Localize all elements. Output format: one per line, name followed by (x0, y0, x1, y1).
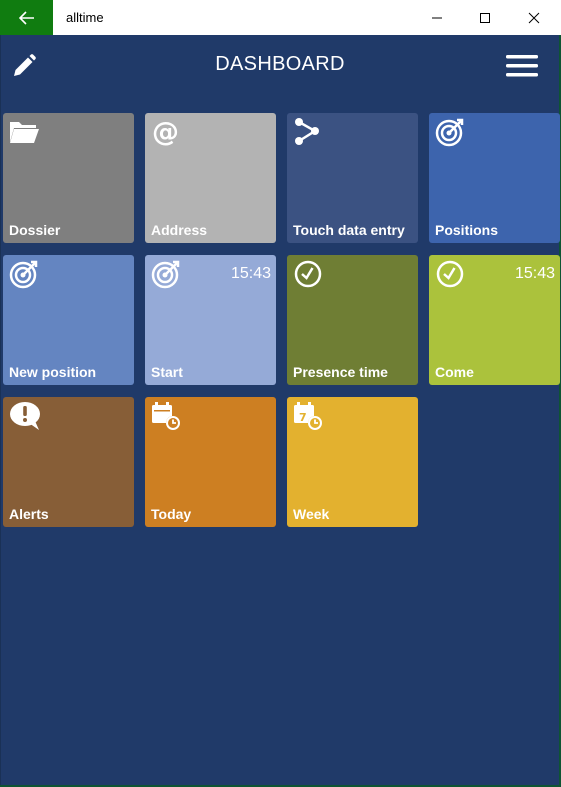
tile-week[interactable]: 7 Week (287, 397, 418, 527)
tile-label: Dossier (9, 222, 61, 238)
back-button[interactable] (0, 0, 53, 35)
minimize-icon (432, 17, 442, 18)
tile-dossier[interactable]: Dossier (3, 113, 134, 243)
page-title: DASHBOARD (215, 53, 345, 75)
folder-icon (10, 122, 39, 143)
tile-label: Today (151, 506, 192, 522)
alert-bubble-icon (10, 402, 40, 430)
app-content: DASHBOARD Dossier @ Address Touch data e… (1, 35, 560, 785)
tile-address[interactable]: @ Address (145, 113, 276, 243)
tile-label: Week (293, 506, 330, 522)
maximize-button[interactable] (462, 0, 508, 35)
target-icon (435, 118, 464, 147)
window-title: alltime (66, 10, 104, 25)
tile-label: Alerts (9, 506, 49, 522)
tile-label: Positions (435, 222, 499, 238)
hamburger-menu-icon (506, 55, 538, 77)
tile-positions[interactable]: Positions (429, 113, 560, 243)
tile-label: New position (9, 364, 97, 380)
close-icon (528, 12, 540, 23)
tile-come[interactable]: 15:43 Come (429, 255, 560, 385)
svg-text:@: @ (152, 117, 179, 147)
tile-label: Presence time (293, 364, 388, 380)
tile-label: Come (435, 364, 474, 380)
target-icon (9, 260, 38, 289)
close-button[interactable] (511, 0, 557, 35)
share-nodes-icon (295, 118, 319, 145)
tile-touch-data-entry[interactable]: Touch data entry (287, 113, 418, 243)
back-arrow-icon (18, 10, 34, 25)
svg-text:7: 7 (299, 411, 307, 424)
maximize-icon (480, 12, 490, 23)
tile-alerts[interactable]: Alerts (3, 397, 134, 527)
tile-label: Start (151, 364, 183, 380)
tile-today[interactable]: Today (145, 397, 276, 527)
at-sign-icon: @ (152, 117, 179, 147)
menu-button[interactable] (505, 53, 539, 79)
tile-time: 15:43 (514, 265, 555, 282)
minimize-button[interactable] (414, 0, 460, 35)
tile-presence-time[interactable]: Presence time (287, 255, 418, 385)
clock-icon (294, 260, 322, 288)
tile-time: 15:43 (230, 265, 271, 282)
clock-icon (436, 260, 464, 288)
tile-new-position[interactable]: New position (3, 255, 134, 385)
window-titlebar: alltime (0, 0, 561, 36)
tile-label: Touch data entry (293, 222, 405, 238)
target-icon (151, 260, 180, 289)
calendar-week-icon: 7 (294, 402, 322, 430)
tile-label: Address (151, 222, 208, 238)
tile-start[interactable]: 15:43 Start (145, 255, 276, 385)
calendar-clock-icon (152, 402, 180, 430)
